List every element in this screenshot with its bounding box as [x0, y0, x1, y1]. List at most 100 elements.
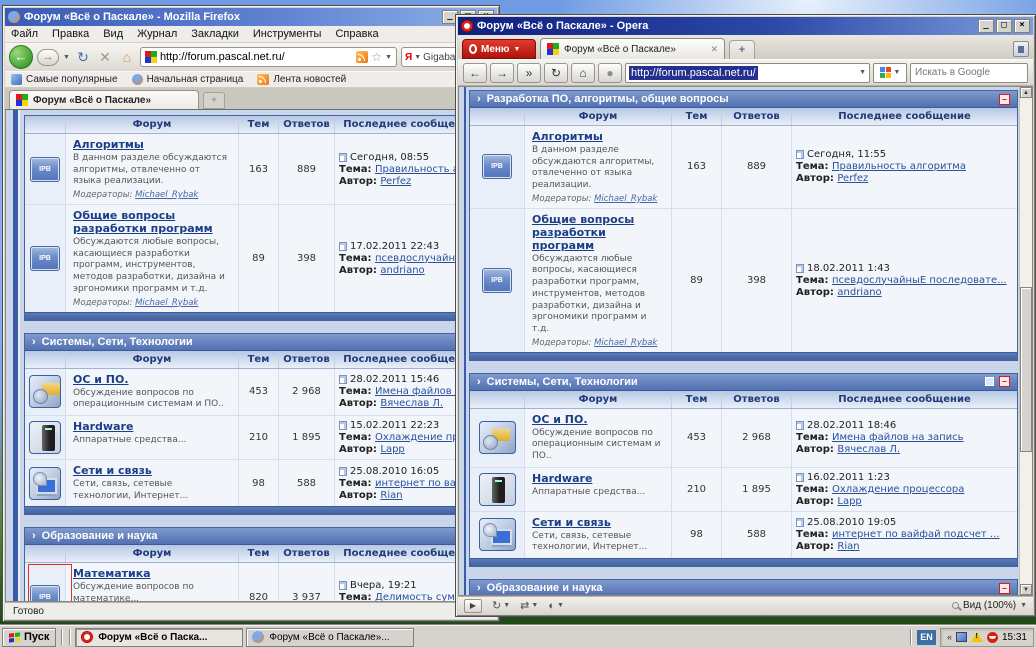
new-tab-button[interactable]: +: [203, 92, 225, 109]
bookmark-star-icon[interactable]: ☆: [371, 50, 382, 64]
category-header[interactable]: ›Системы, Сети, Технологии: [25, 334, 484, 351]
panels-icon[interactable]: [1013, 41, 1029, 57]
turbo-globe-icon[interactable]: ◐ ▼: [548, 600, 564, 612]
search-engine-dropdown-icon[interactable]: ▼: [414, 54, 421, 61]
forum-link[interactable]: Общие вопросы разработки программ: [73, 209, 231, 235]
menu-bookmarks[interactable]: Закладки: [191, 28, 239, 40]
last-author-link[interactable]: Perfez: [380, 176, 411, 187]
home-button[interactable]: ⌂: [571, 63, 595, 83]
last-author-link[interactable]: andriano: [837, 287, 881, 298]
tab-forum-pascal[interactable]: Форум «Всё о Паскале»: [9, 90, 199, 109]
forward-button[interactable]: →: [37, 49, 59, 66]
scrollbar-thumb[interactable]: [1020, 287, 1032, 452]
address-bar[interactable]: http://forum.pascal.net.ru/ ▼: [625, 63, 870, 83]
menu-help[interactable]: Справка: [335, 28, 378, 40]
moderator-link[interactable]: Michael_Rybak: [135, 298, 198, 308]
last-topic-link[interactable]: псевдослучайныЕ последовате...: [832, 275, 1007, 286]
collapse-section-icon[interactable]: –: [999, 583, 1010, 594]
url-dropdown-icon[interactable]: ▼: [859, 69, 866, 76]
stop-button[interactable]: ✕: [96, 49, 114, 66]
forum-link[interactable]: Алгоритмы: [73, 138, 144, 151]
back-button[interactable]: ←: [9, 45, 33, 69]
collapse-section-icon[interactable]: –: [999, 94, 1010, 105]
zoom-control[interactable]: Вид (100%) ▼: [952, 600, 1027, 611]
back-button[interactable]: ←: [463, 63, 487, 83]
moderator-link[interactable]: Michael_Rybak: [594, 194, 657, 204]
forum-link[interactable]: Сети и связь: [73, 464, 152, 477]
home-button[interactable]: ⌂: [118, 49, 136, 65]
url-dropdown-icon[interactable]: ▼: [385, 54, 392, 61]
last-author-link[interactable]: Rian: [837, 541, 859, 552]
minimize-button[interactable]: _: [978, 19, 994, 33]
language-indicator[interactable]: EN: [917, 630, 936, 645]
search-input[interactable]: [915, 67, 1036, 78]
last-topic-link[interactable]: Правильность алгоритма: [832, 161, 966, 172]
url-input[interactable]: [160, 51, 353, 63]
menu-file[interactable]: Файл: [11, 28, 38, 40]
tab-close-icon[interactable]: ✕: [710, 44, 718, 55]
opera-scrollbar[interactable]: ▲ ▼: [1019, 87, 1032, 595]
sync-icon[interactable]: ↻ ▼: [492, 599, 510, 612]
url-selected-text[interactable]: http://forum.pascal.net.ru/: [629, 66, 758, 80]
menu-edit[interactable]: Правка: [52, 28, 89, 40]
globe-icon[interactable]: ●: [598, 63, 622, 83]
category-header[interactable]: ›Системы, Сети, Технологии–: [470, 374, 1017, 391]
start-button[interactable]: Пуск: [2, 628, 56, 647]
forum-link[interactable]: Алгоритмы: [532, 130, 603, 143]
forum-link[interactable]: ОС и ПО.: [73, 373, 129, 386]
category-header[interactable]: ›Образование и наука: [25, 528, 484, 545]
rss-icon[interactable]: [356, 51, 368, 63]
tab-forum-pascal[interactable]: Форум «Всё о Паскале» ✕: [540, 38, 725, 59]
panel-toggle-button[interactable]: ▶: [464, 599, 482, 613]
bookmark-most-popular[interactable]: Самые популярные: [11, 74, 118, 85]
bookmark-home-page[interactable]: Начальная страница: [132, 74, 244, 85]
last-author-link[interactable]: Вячеслав Л.: [837, 444, 900, 455]
search-engine-selector[interactable]: ▼: [873, 63, 907, 83]
unite-icon[interactable]: ⇄ ▼: [520, 599, 538, 612]
forum-link[interactable]: Математика: [73, 567, 151, 580]
warning-tray-icon[interactable]: [971, 632, 983, 642]
last-author-link[interactable]: Perfez: [837, 173, 868, 184]
last-author-link[interactable]: andriano: [380, 265, 424, 276]
reload-button[interactable]: ↻: [544, 63, 568, 83]
last-author-link[interactable]: Lapp: [380, 444, 404, 455]
maximize-button[interactable]: □: [996, 19, 1012, 33]
moderator-link[interactable]: Michael_Rybak: [594, 338, 657, 348]
forum-link[interactable]: ОС и ПО.: [532, 413, 588, 426]
forum-link[interactable]: Hardware: [73, 420, 133, 433]
history-dropdown-icon[interactable]: ▼: [63, 54, 70, 61]
search-box[interactable]: [910, 63, 1028, 83]
collapse-section-icon[interactable]: –: [999, 376, 1010, 387]
forum-link[interactable]: Hardware: [532, 472, 592, 485]
category-header[interactable]: ›Разработка ПО, алгоритмы, общие вопросы…: [470, 91, 1017, 108]
forum-link[interactable]: Сети и связь: [532, 516, 611, 529]
category-header[interactable]: ›Образование и наука–: [470, 580, 1017, 595]
taskbar-button-opera[interactable]: Форум «Всё о Паска...: [75, 628, 243, 647]
restore-section-icon[interactable]: [985, 377, 994, 386]
taskbar-button-firefox[interactable]: Форум «Всё о Паскале»...: [246, 628, 414, 647]
firefox-titlebar[interactable]: Форум «Всё о Паскале» - Mozilla Firefox …: [5, 8, 497, 26]
last-author-link[interactable]: Lapp: [837, 496, 861, 507]
last-author-link[interactable]: Вячеслав Л.: [380, 398, 443, 409]
scroll-up-icon[interactable]: ▲: [1020, 87, 1032, 98]
last-topic-link[interactable]: Охлаждение процессора: [832, 484, 964, 495]
fast-forward-button[interactable]: »: [517, 63, 541, 83]
new-tab-button[interactable]: +: [729, 40, 755, 59]
forum-link[interactable]: Общие вопросы разработки программ: [532, 213, 664, 252]
forward-button[interactable]: →: [490, 63, 514, 83]
menu-view[interactable]: Вид: [103, 28, 123, 40]
close-button[interactable]: ×: [1014, 19, 1030, 33]
last-topic-link[interactable]: Имена файлов на запись: [832, 432, 964, 443]
last-author-link[interactable]: Rian: [380, 490, 402, 501]
opera-menu-button[interactable]: Меню ▼: [462, 39, 536, 59]
tray-collapse-icon[interactable]: «: [947, 632, 952, 642]
scroll-down-icon[interactable]: ▼: [1020, 584, 1032, 595]
reload-button[interactable]: ↻: [74, 49, 92, 66]
last-topic-link[interactable]: интернет по вайфай подсчет ...: [832, 529, 999, 540]
antivirus-tray-icon[interactable]: [987, 632, 998, 643]
bookmark-news-feed[interactable]: Лента новостей: [257, 74, 346, 85]
address-bar[interactable]: ☆ ▼: [140, 47, 397, 67]
menu-tools[interactable]: Инструменты: [253, 28, 322, 40]
menu-history[interactable]: Журнал: [137, 28, 177, 40]
opera-titlebar[interactable]: Форум «Всё о Паскале» - Opera _ □ ×: [458, 17, 1033, 35]
